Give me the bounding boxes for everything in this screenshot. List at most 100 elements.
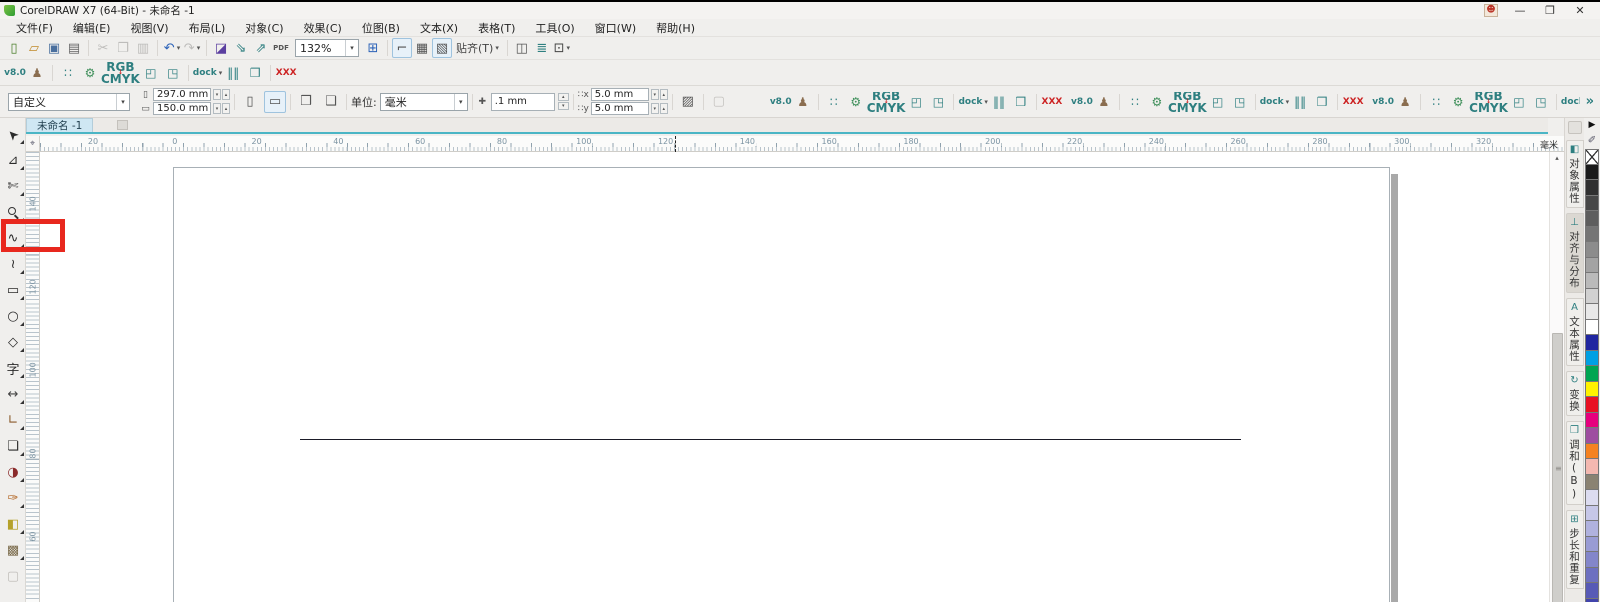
page[interactable]: [173, 167, 1390, 602]
treat-as-filled-button[interactable]: ▨: [677, 91, 699, 113]
docker-tab-align-distribute[interactable]: ⊥ 对齐与分布: [1565, 213, 1584, 293]
transparency-tool[interactable]: ◑: [0, 460, 26, 484]
swatch-no-color[interactable]: [1585, 149, 1599, 165]
swatch-8a8272[interactable]: [1585, 474, 1599, 490]
macro-dock-label[interactable]: dock: [958, 92, 987, 112]
macro-version-label[interactable]: v8.0: [4, 63, 26, 83]
zoom-level-combo[interactable]: 132% ▾: [295, 39, 359, 57]
macro-xxx-icon[interactable]: XXX: [1342, 92, 1364, 112]
toolbar-overflow-chevron[interactable]: »: [1580, 94, 1600, 109]
rectangle-tool[interactable]: ▭: [0, 278, 26, 302]
macro-frame-b-icon[interactable]: ◳: [927, 92, 949, 112]
swatch-e8e8e8[interactable]: [1585, 304, 1599, 320]
menu-item-0[interactable]: 文件(F): [6, 19, 63, 37]
macro-frame-a-icon[interactable]: ◰: [1508, 92, 1530, 112]
open-icon[interactable]: ▱: [24, 38, 44, 58]
macro-dock-label[interactable]: dock: [193, 63, 222, 83]
menu-item-7[interactable]: 文本(X): [410, 19, 468, 37]
account-icon[interactable]: ☻: [1484, 4, 1498, 17]
duplicate-y-input[interactable]: 5.0 mm: [590, 102, 649, 115]
document-tab[interactable]: 未命名 -1: [26, 118, 94, 132]
menu-item-10[interactable]: 窗口(W): [585, 19, 646, 37]
palette-eyedropper-icon[interactable]: ✐: [1584, 133, 1600, 149]
macro-version-label[interactable]: v8.0: [1372, 92, 1394, 112]
connector-tool[interactable]: ∟: [0, 408, 26, 432]
scroll-up-icon[interactable]: ▴: [1550, 152, 1564, 165]
horizontal-ruler[interactable]: 20 0 20 40 60 80 100 120 140 160 180 200 220 240 260 28…: [40, 136, 1564, 152]
drawn-line[interactable]: [300, 439, 1241, 440]
menu-item-6[interactable]: 位图(B): [352, 19, 410, 37]
menu-item-5[interactable]: 效果(C): [294, 19, 352, 37]
page-width-spinner[interactable]: ▾ ▴: [213, 89, 230, 100]
canvas[interactable]: [40, 152, 1549, 602]
crop-tool[interactable]: ✄: [0, 174, 26, 198]
color-eyedropper-tool[interactable]: ✑: [0, 486, 26, 510]
macro-run-icon[interactable]: ♟: [1093, 92, 1115, 112]
publish-pdf-icon[interactable]: PDF: [271, 38, 291, 58]
macro-align-icon[interactable]: ∷: [1124, 92, 1146, 112]
macro-frame-b-icon[interactable]: ◳: [1530, 92, 1552, 112]
swatch-2026a0[interactable]: [1585, 335, 1599, 351]
swatch-b0b2de[interactable]: [1585, 521, 1599, 537]
docker-tab-text-properties[interactable]: A 文本属性: [1565, 297, 1584, 366]
swatch-ffffff[interactable]: [1585, 319, 1599, 335]
swatch-4144ac[interactable]: [1585, 598, 1599, 602]
scrollbar-thumb[interactable]: [1552, 333, 1563, 602]
search-content-icon[interactable]: ◪: [211, 38, 231, 58]
page-width-input[interactable]: 297.0 mm: [153, 88, 211, 101]
page-height-input[interactable]: 150.0 mm: [153, 102, 211, 115]
menu-item-1[interactable]: 编辑(E): [63, 19, 121, 37]
macro-barcode-icon[interactable]: ‖‖: [222, 63, 244, 83]
welcome-screen-icon[interactable]: ⊡: [552, 38, 572, 58]
macro-rgb-cmyk-icon[interactable]: RGB ↓ CMYK: [101, 61, 140, 85]
vertical-scrollbar[interactable]: ▴: [1549, 152, 1564, 602]
macro-gears-icon[interactable]: ⚙: [1146, 92, 1168, 112]
docker-tab-transform[interactable]: ↻ 变换: [1565, 370, 1584, 416]
shape-tool[interactable]: ⊿: [0, 148, 26, 172]
menu-item-4[interactable]: 对象(C): [235, 19, 293, 37]
undo-icon[interactable]: ↶: [162, 38, 182, 58]
macro-frame-b-icon[interactable]: ◳: [1229, 92, 1251, 112]
snap-to-button[interactable]: 贴齐(T): [452, 38, 503, 58]
duplicate-x-input[interactable]: 5.0 mm: [590, 88, 649, 101]
macro-gears-icon[interactable]: ⚙: [845, 92, 867, 112]
minimize-button[interactable]: —: [1512, 4, 1528, 17]
save-icon[interactable]: ▣: [44, 38, 64, 58]
macro-align-icon[interactable]: ∷: [823, 92, 845, 112]
drop-shadow-tool[interactable]: ❏: [0, 434, 26, 458]
full-screen-preview-icon[interactable]: ⊞: [363, 38, 383, 58]
swatch-474747[interactable]: [1585, 195, 1599, 211]
macro-gears-icon[interactable]: ⚙: [1447, 92, 1469, 112]
swatch-6d70c0[interactable]: [1585, 567, 1599, 583]
ruler-origin-button[interactable]: ⌖: [26, 136, 40, 152]
duplicate-y-spinner[interactable]: ▾ ▴: [650, 103, 668, 114]
nudge-input[interactable]: .1 mm: [490, 92, 555, 111]
macro-align-icon[interactable]: ∷: [57, 63, 79, 83]
show-grid-icon[interactable]: ▦: [412, 38, 432, 58]
swatch-999cd4[interactable]: [1585, 536, 1599, 552]
polygon-tool[interactable]: ◇: [0, 330, 26, 354]
pick-tool[interactable]: ➤: [0, 122, 26, 146]
artistic-media-tool[interactable]: ≀: [0, 252, 26, 276]
all-pages-button[interactable]: ❑: [320, 91, 342, 113]
nudge-spinner[interactable]: ▴ ▾: [557, 93, 569, 110]
menu-item-3[interactable]: 布局(L): [179, 19, 236, 37]
swatch-e6007e[interactable]: [1585, 412, 1599, 428]
page-height-spinner[interactable]: ▾ ▴: [213, 103, 230, 114]
macro-version-label[interactable]: v8.0: [1071, 92, 1093, 112]
swatch-c6c7e8[interactable]: [1585, 505, 1599, 521]
macro-frame-a-icon[interactable]: ◰: [905, 92, 927, 112]
menu-item-9[interactable]: 工具(O): [525, 19, 584, 37]
dimension-tool[interactable]: ↔: [0, 382, 26, 406]
swatch-f4b8b0[interactable]: [1585, 459, 1599, 475]
import-icon[interactable]: ⇘: [231, 38, 251, 58]
current-page-button[interactable]: ❒: [295, 91, 317, 113]
menu-item-8[interactable]: 表格(T): [468, 19, 525, 37]
macro-dock-label[interactable]: dock: [1260, 92, 1289, 112]
chevron-down-icon[interactable]: ▾: [116, 93, 129, 110]
docker-tab-object-properties[interactable]: ◧ 对象属性: [1565, 140, 1584, 208]
swatch-fff200[interactable]: [1585, 381, 1599, 397]
duplicate-x-spinner[interactable]: ▾ ▴: [650, 89, 668, 100]
page-preset-combo[interactable]: 自定义 ▾: [8, 92, 130, 111]
swatch-f58220[interactable]: [1585, 443, 1599, 459]
